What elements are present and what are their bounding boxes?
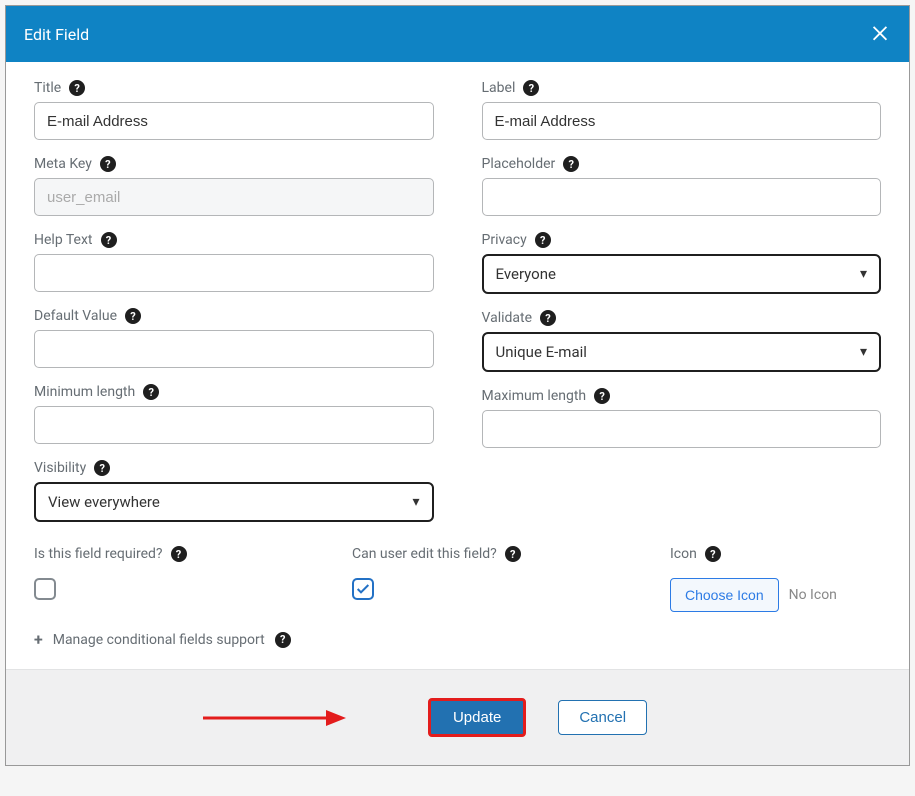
max-length-label: Maximum length <box>482 388 587 404</box>
conditional-label: Manage conditional fields support <box>53 632 265 648</box>
help-icon[interactable]: ? <box>705 546 721 562</box>
conditional-fields-toggle[interactable]: + Manage conditional fields support ? <box>34 630 881 649</box>
close-icon[interactable] <box>869 20 891 48</box>
choose-icon-button[interactable]: Choose Icon <box>670 578 779 612</box>
default-value-label: Default Value <box>34 308 117 324</box>
max-length-input[interactable] <box>482 410 882 448</box>
plus-icon: + <box>34 630 43 649</box>
chevron-down-icon: ▾ <box>412 494 419 510</box>
validate-value: Unique E-mail <box>496 343 587 361</box>
help-icon[interactable]: ? <box>143 384 159 400</box>
placeholder-input[interactable] <box>482 178 882 216</box>
help-icon[interactable]: ? <box>594 388 610 404</box>
min-length-label: Minimum length <box>34 384 135 400</box>
placeholder-label: Placeholder <box>482 156 556 172</box>
help-icon[interactable]: ? <box>275 632 291 648</box>
label-input[interactable] <box>482 102 882 140</box>
title-label: Title <box>34 80 61 96</box>
default-value-input[interactable] <box>34 330 434 368</box>
modal-footer: Update Cancel <box>6 669 909 765</box>
privacy-select[interactable]: Everyone ▾ <box>482 254 882 294</box>
update-button[interactable]: Update <box>428 698 526 737</box>
edit-field-modal: Edit Field Title ? Meta Key ? <box>5 5 910 766</box>
help-text-input[interactable] <box>34 254 434 292</box>
arrow-annotation <box>198 703 348 733</box>
help-icon[interactable]: ? <box>171 546 187 562</box>
help-icon[interactable]: ? <box>563 156 579 172</box>
icon-label: Icon <box>670 546 697 562</box>
editable-label: Can user edit this field? <box>352 546 497 562</box>
validate-select[interactable]: Unique E-mail ▾ <box>482 332 882 372</box>
help-icon[interactable]: ? <box>101 232 117 248</box>
label-label: Label <box>482 80 516 96</box>
modal-body: Title ? Meta Key ? Help Text ? <box>6 62 909 669</box>
no-icon-text: No Icon <box>789 587 837 603</box>
help-icon[interactable]: ? <box>505 546 521 562</box>
meta-key-label: Meta Key <box>34 156 92 172</box>
help-icon[interactable]: ? <box>540 310 556 326</box>
required-checkbox[interactable] <box>34 578 56 600</box>
right-column: Label ? Placeholder ? Privacy ? <box>482 80 882 538</box>
modal-title: Edit Field <box>24 25 89 44</box>
cancel-button[interactable]: Cancel <box>558 700 647 735</box>
help-text-label: Help Text <box>34 232 93 248</box>
help-icon[interactable]: ? <box>69 80 85 96</box>
title-input[interactable] <box>34 102 434 140</box>
help-icon[interactable]: ? <box>100 156 116 172</box>
privacy-label: Privacy <box>482 232 527 248</box>
chevron-down-icon: ▾ <box>860 344 867 360</box>
visibility-label: Visibility <box>34 460 86 476</box>
modal-header: Edit Field <box>6 6 909 62</box>
privacy-value: Everyone <box>496 265 556 283</box>
help-icon[interactable]: ? <box>94 460 110 476</box>
min-length-input[interactable] <box>34 406 434 444</box>
help-icon[interactable]: ? <box>535 232 551 248</box>
validate-label: Validate <box>482 310 533 326</box>
chevron-down-icon: ▾ <box>860 266 867 282</box>
required-label: Is this field required? <box>34 546 163 562</box>
meta-key-input <box>34 178 434 216</box>
visibility-value: View everywhere <box>48 493 160 511</box>
editable-checkbox[interactable] <box>352 578 374 600</box>
left-column: Title ? Meta Key ? Help Text ? <box>34 80 434 538</box>
help-icon[interactable]: ? <box>523 80 539 96</box>
visibility-select[interactable]: View everywhere ▾ <box>34 482 434 522</box>
help-icon[interactable]: ? <box>125 308 141 324</box>
